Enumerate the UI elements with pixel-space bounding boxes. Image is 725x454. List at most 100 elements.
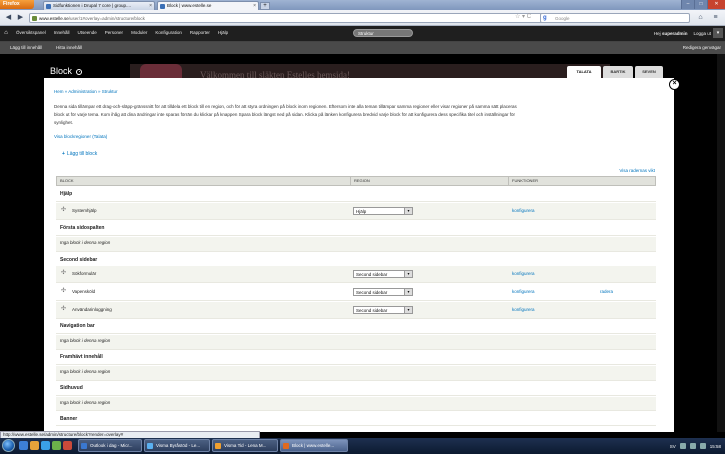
maximize-icon[interactable]: □ xyxy=(694,0,707,9)
start-button-icon[interactable] xyxy=(2,439,15,452)
close-tab-icon[interactable]: × xyxy=(253,2,256,10)
region-title: Banner xyxy=(60,416,78,422)
language-indicator[interactable]: SV xyxy=(670,444,676,449)
admin-menu: ⌂ Översiktspanel Innehåll Struktur Utsee… xyxy=(0,27,413,39)
tray-network-icon[interactable] xyxy=(679,443,686,449)
home-icon[interactable]: ⌂ xyxy=(695,13,706,23)
explorer-icon[interactable] xyxy=(19,441,28,450)
new-tab-button[interactable]: + xyxy=(260,2,270,10)
region-title: Sidhuvud xyxy=(60,385,83,391)
close-window-icon[interactable]: ✕ xyxy=(707,0,725,9)
page-title: Block xyxy=(50,66,83,76)
delete-link[interactable]: radera xyxy=(600,289,613,294)
menu-item-help[interactable]: Hjälp xyxy=(214,29,232,37)
drag-handle-icon[interactable]: ✣ xyxy=(61,206,66,213)
task-visma-tid[interactable]: Visma Tid - Lena M... xyxy=(212,439,278,452)
configure-link[interactable]: konfigurera xyxy=(512,208,535,213)
task-visma-byrastod[interactable]: Visma Byråstöd - Le... xyxy=(144,439,210,452)
close-overlay-icon[interactable]: × xyxy=(669,79,680,90)
drupal-favicon-icon xyxy=(46,4,51,9)
logout-link[interactable]: Logga ut xyxy=(693,31,711,36)
region-title: Second sidebar xyxy=(60,257,98,263)
user-menu: Hej superadmin Logga ut xyxy=(642,27,711,39)
show-row-weights-link[interactable]: Visa radernas vikt xyxy=(619,168,655,173)
visma-tid-icon xyxy=(215,443,221,449)
chevron-down-icon: ▾ xyxy=(404,208,412,214)
tray-flag-icon[interactable] xyxy=(699,443,706,449)
show-regions-link[interactable]: Visa blockregioner (Talata) xyxy=(54,134,107,139)
add-block-link[interactable]: + Lägg till block xyxy=(62,151,97,157)
edit-shortcuts-link[interactable]: Redigera genvägar xyxy=(683,45,721,50)
menu-item-dashboard[interactable]: Översiktspanel xyxy=(12,29,50,37)
back-arrow-icon[interactable]: ◀ xyxy=(3,13,14,23)
ie-icon[interactable] xyxy=(41,441,50,450)
toolbar-toggle-icon[interactable]: ▾ xyxy=(713,28,723,38)
configure-link[interactable]: konfigurera xyxy=(512,271,535,276)
greeting: Hej superadmin xyxy=(653,30,688,36)
drupal-favicon-icon xyxy=(160,4,165,9)
column-header-functions: FUNKTIONER xyxy=(512,178,538,183)
menu-icon[interactable]: ≡ xyxy=(710,13,721,23)
region-select[interactable]: Second sidebar ▾ xyxy=(353,306,413,314)
clock[interactable]: 15:58 xyxy=(710,444,721,449)
show-desktop-icon[interactable] xyxy=(52,441,61,450)
region-title: Första sidospalten xyxy=(60,225,105,231)
bookmark-star-icon[interactable]: ☆ ▾ C xyxy=(515,13,531,20)
menu-item-configuration[interactable]: Konfiguration xyxy=(151,29,186,37)
configure-link[interactable]: konfigurera xyxy=(512,289,535,294)
firefox-menu-button[interactable]: Firefox xyxy=(0,0,34,9)
window-controls: – □ ✕ xyxy=(681,0,725,9)
username[interactable]: superadmin xyxy=(662,31,688,36)
block-name: Vapensköld xyxy=(72,289,96,294)
folder-icon[interactable] xyxy=(30,441,39,450)
task-outlook[interactable]: Outlook i dag - Micr... xyxy=(78,439,142,452)
browser-tab-block[interactable]: Block | www.estelle.se × xyxy=(157,1,259,10)
overlay-scrollbar[interactable] xyxy=(717,54,725,432)
minimize-icon[interactable]: – xyxy=(681,0,694,9)
drag-handle-icon[interactable]: ✣ xyxy=(61,287,66,294)
region-select[interactable]: Hjälp ▾ xyxy=(353,207,413,215)
region-select[interactable]: Second sidebar ▾ xyxy=(353,288,413,296)
region-row xyxy=(56,320,656,334)
system-tray: SV 15:58 xyxy=(666,438,725,454)
site-identity-icon[interactable] xyxy=(32,16,37,21)
chevron-down-icon: ▾ xyxy=(404,271,412,277)
quicklaunch-icon[interactable] xyxy=(63,441,72,450)
search-input[interactable]: g Google xyxy=(540,13,690,23)
task-firefox-block[interactable]: Block | www.estelle... xyxy=(280,439,348,452)
shortcut-add-content[interactable]: Lägg till innehåll xyxy=(10,45,42,50)
region-row xyxy=(56,221,656,236)
drag-handle-icon[interactable]: ✣ xyxy=(61,269,66,276)
configure-link[interactable]: konfigurera xyxy=(512,307,535,312)
menu-item-content[interactable]: Innehåll xyxy=(50,29,74,37)
menu-item-people[interactable]: Personer xyxy=(101,29,127,37)
block-name: Användarinloggning xyxy=(72,307,112,312)
tab-bartik[interactable]: BARTIK xyxy=(603,66,633,78)
shortcut-bar: Lägg till innehåll Hitta innehåll Redige… xyxy=(0,42,725,54)
table-row xyxy=(56,366,656,381)
menu-item-structure[interactable]: Struktur xyxy=(353,29,413,37)
region-select[interactable]: Second sidebar ▾ xyxy=(353,270,413,278)
chevron-down-icon: ▾ xyxy=(404,289,412,295)
breadcrumb[interactable]: Hem » Administration » Struktur xyxy=(54,89,118,94)
tab-seven[interactable]: SEVEN xyxy=(635,66,663,78)
url-bar[interactable]: www.estelle.se/user/1#overlay=admin/stru… xyxy=(29,13,559,23)
browser-tab-drupal[interactable]: Sidfunktionen i Drupal 7 core | group...… xyxy=(43,1,155,10)
menu-item-appearance[interactable]: Utseende xyxy=(74,29,101,37)
url-path: /user/1#overlay=admin/structure/block xyxy=(68,16,145,21)
tab-talata[interactable]: TALATA xyxy=(567,66,601,78)
tab-label: Sidfunktionen i Drupal 7 core | group...… xyxy=(53,3,131,8)
browser-nav-bar: ◀ ▶ www.estelle.se/user/1#overlay=admin/… xyxy=(0,10,725,26)
block-name: Sökformulär xyxy=(72,271,97,276)
menu-item-reports[interactable]: Rapporter xyxy=(186,29,214,37)
menu-item-modules[interactable]: Moduler xyxy=(127,29,151,37)
shortcut-find-content[interactable]: Hitta innehåll xyxy=(56,45,82,50)
close-tab-icon[interactable]: × xyxy=(149,2,152,10)
forward-arrow-icon[interactable]: ▶ xyxy=(15,13,26,23)
region-title: Navigation bar xyxy=(60,323,95,329)
shortcut-star-icon[interactable] xyxy=(76,68,83,75)
tray-volume-icon[interactable] xyxy=(689,443,696,449)
drag-handle-icon[interactable]: ✣ xyxy=(61,305,66,312)
visma-icon xyxy=(147,443,153,449)
home-icon[interactable]: ⌂ xyxy=(0,30,12,36)
